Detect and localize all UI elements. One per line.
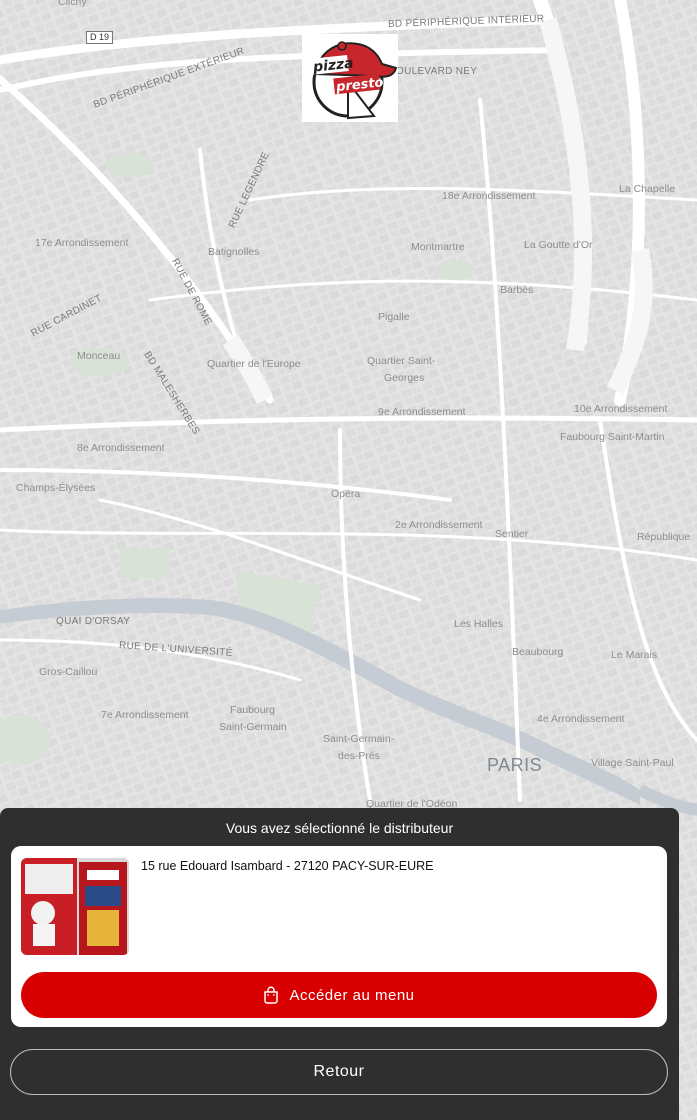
map-label-faubourg-st-germain-1: Faubourg (230, 704, 275, 716)
map-label-pigalle: Pigalle (378, 311, 410, 323)
map-label-quartier-st-georges-2: Georges (384, 372, 425, 384)
map-label-le-marais: Le Marais (611, 649, 658, 661)
map-label-arr8: 8e Arrondissement (77, 442, 165, 454)
map-label-la-chapelle: La Chapelle (619, 183, 676, 195)
map-label-sentier: Sentier (495, 528, 529, 540)
map-label-clichy: Clichy (58, 0, 87, 8)
map-label-barbes: Barbès (500, 284, 534, 296)
map-label-bd-ney: OULEVARD NEY (396, 66, 478, 77)
map-label-quartier-st-georges-1: Quartier Saint- (367, 355, 436, 367)
map-label-arr9: 9e Arrondissement (378, 406, 466, 418)
map-label-st-germain-pres-1: Saint-Germain- (323, 733, 395, 745)
map-label-republique: République (637, 531, 691, 543)
map-label-opera: Opéra (331, 488, 361, 500)
access-menu-button[interactable]: Accéder au menu (21, 972, 657, 1018)
map-label-monceau: Monceau (77, 350, 121, 362)
map-label-quai-dorsay: QUAI D'ORSAY (56, 616, 131, 627)
panel-title: Vous avez sélectionné le distributeur (225, 820, 454, 836)
pizza-presto-logo-graphic: pizza presto (309, 41, 398, 120)
back-button[interactable]: Retour (10, 1049, 668, 1095)
map-label-faubourg-st-germain-2: Saint-Germain (219, 721, 287, 733)
map-label-goutte-dor: La Goutte d'Or (524, 239, 593, 251)
map-label-arr2: 2e Arrondissement (395, 519, 483, 531)
map-label-arr7: 7e Arrondissement (101, 709, 189, 721)
map-label-village-st-paul: Village Saint-Paul (591, 757, 674, 769)
map-label-beaubourg: Beaubourg (512, 646, 564, 658)
map-label-quartier-europe: Quartier de l'Europe (207, 358, 301, 370)
pizza-presto-logo: pizza presto (302, 34, 398, 122)
map-label-faubourg-st-martin: Faubourg Saint-Martin (560, 431, 665, 443)
map-label-batignolles: Batignolles (208, 246, 260, 258)
map-label-montmartre: Montmartre (411, 241, 465, 253)
map-label-gros-caillou: Gros-Caillou (39, 666, 98, 678)
map-label-arr4: 4e Arrondissement (537, 713, 625, 725)
distributor-address: 15 rue Edouard Isambard - 27120 PACY-SUR… (141, 859, 434, 873)
shopping-bag-icon (264, 986, 279, 1004)
map-label-arr10: 10e Arrondissement (574, 403, 668, 415)
vending-machine-photo (21, 858, 129, 955)
road-shield-d19: D 19 (86, 31, 114, 44)
back-button-label: Retour (313, 1063, 365, 1080)
map-label-st-germain-pres-2: des-Prés (338, 750, 381, 762)
map-label-arr18: 18e Arrondissement (442, 190, 536, 202)
map-label-arr17: 17e Arrondissement (35, 237, 129, 249)
map-label-les-halles: Les Halles (454, 618, 504, 630)
access-menu-label: Accéder au menu (289, 986, 415, 1004)
distributor-card: 15 rue Edouard Isambard - 27120 PACY-SUR… (11, 846, 667, 1027)
distributor-panel: Vous avez sélectionné le distributeur 15… (0, 808, 679, 1120)
map-label-champs-elysees: Champs-Élysées (16, 482, 96, 494)
map-label-paris: PARIS (487, 755, 543, 775)
